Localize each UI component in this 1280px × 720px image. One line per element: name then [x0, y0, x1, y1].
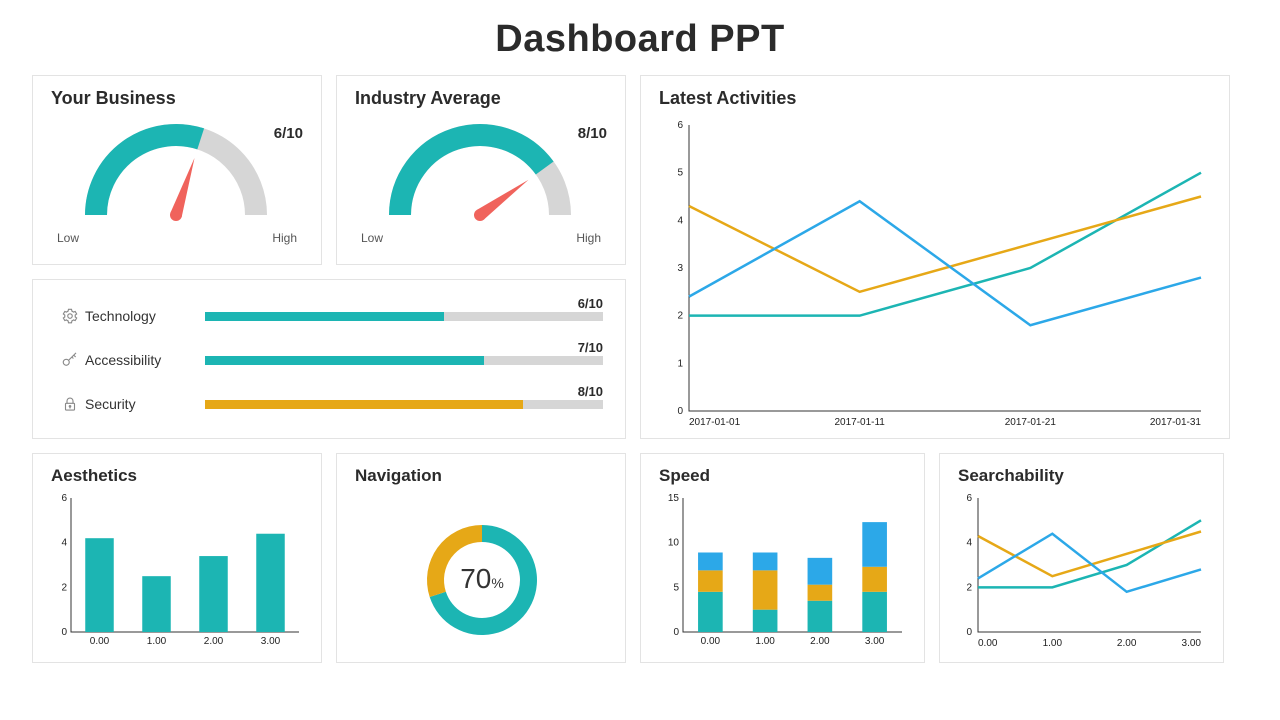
activities-card: Latest Activities 0 1 2 3 4 5 6 2017-01-01 2017-… [640, 75, 1230, 439]
metric-score: 7/10 [578, 340, 603, 355]
svg-text:1: 1 [677, 358, 683, 369]
svg-text:10: 10 [668, 538, 680, 549]
gauge-chart [51, 115, 301, 225]
svg-text:4: 4 [61, 538, 67, 549]
gauge-high-label: High [272, 231, 297, 245]
chart-title: Latest Activities [659, 88, 1211, 109]
svg-text:70%: 70% [460, 563, 504, 594]
chart-title: Searchability [958, 466, 1205, 486]
chart-title: Navigation [355, 466, 607, 486]
svg-text:0: 0 [677, 406, 683, 417]
svg-text:2.00: 2.00 [1117, 638, 1137, 649]
svg-text:5: 5 [677, 168, 683, 179]
svg-text:3.00: 3.00 [261, 636, 281, 647]
svg-text:1.00: 1.00 [755, 636, 775, 647]
svg-text:5: 5 [673, 582, 679, 593]
svg-text:2: 2 [61, 582, 67, 593]
metric-bar: 8/10 [205, 400, 603, 409]
gear-icon [55, 307, 85, 325]
svg-text:0: 0 [966, 627, 972, 638]
svg-text:0: 0 [673, 627, 679, 638]
metric-row: Security8/10 [55, 382, 603, 426]
svg-text:2: 2 [966, 582, 972, 593]
gauge-chart [355, 115, 605, 225]
svg-text:2017-01-21: 2017-01-21 [1005, 417, 1057, 428]
svg-text:3: 3 [677, 263, 683, 274]
svg-text:1.00: 1.00 [1043, 638, 1063, 649]
metric-label: Security [85, 396, 205, 412]
dashboard-grid: Your Business 6/10 Low High Industry Ave… [0, 75, 1280, 663]
chart-title: Aesthetics [51, 466, 303, 486]
gauge-high-label: High [576, 231, 601, 245]
page-title: Dashboard PPT [0, 0, 1280, 75]
gauge-low-label: Low [57, 231, 79, 245]
metric-row: Technology6/10 [55, 294, 603, 338]
aesthetics-card: Aesthetics 0 2 4 6 0.00 1.00 2.00 3.00 [32, 453, 322, 663]
svg-text:2: 2 [677, 311, 683, 322]
metric-label: Accessibility [85, 352, 205, 368]
svg-text:2.00: 2.00 [810, 636, 830, 647]
gauge-card-industry: Industry Average 8/10 Low High [336, 75, 626, 265]
svg-text:6: 6 [966, 493, 972, 504]
navigation-donut: 70% [355, 492, 609, 652]
gauge-title: Your Business [51, 88, 303, 109]
svg-text:0.00: 0.00 [701, 636, 721, 647]
metric-label: Technology [85, 308, 205, 324]
gauge-score: 8/10 [578, 125, 607, 142]
activities-chart: 0 1 2 3 4 5 6 2017-01-01 2017-01-11 2017-01-21 201… [659, 115, 1213, 435]
metric-bar: 6/10 [205, 312, 603, 321]
svg-text:2017-01-11: 2017-01-11 [834, 417, 885, 428]
svg-text:15: 15 [668, 493, 680, 504]
metric-row: Accessibility7/10 [55, 338, 603, 382]
svg-text:6: 6 [61, 493, 67, 504]
speed-chart: 0 5 10 15 0.00 1.00 2.00 3.00 [659, 492, 908, 652]
key-icon [55, 351, 85, 369]
svg-text:6: 6 [677, 120, 683, 131]
gauge-score: 6/10 [274, 125, 303, 142]
svg-text:2.00: 2.00 [204, 636, 224, 647]
svg-text:3.00: 3.00 [1182, 638, 1202, 649]
svg-text:0: 0 [61, 627, 67, 638]
searchability-card: Searchability 0 2 4 6 0.00 1.00 2.00 3.00 [939, 453, 1224, 663]
metric-bar: 7/10 [205, 356, 603, 365]
gauge-card-business: Your Business 6/10 Low High [32, 75, 322, 265]
svg-text:0.00: 0.00 [978, 638, 998, 649]
gauge-low-label: Low [361, 231, 383, 245]
svg-text:4: 4 [966, 538, 972, 549]
svg-text:2017-01-31: 2017-01-31 [1150, 417, 1202, 428]
svg-text:2017-01-01: 2017-01-01 [689, 417, 741, 428]
lock-icon [55, 395, 85, 413]
gauge-title: Industry Average [355, 88, 607, 109]
searchability-chart: 0 2 4 6 0.00 1.00 2.00 3.00 [958, 492, 1207, 652]
metrics-card: Technology6/10Accessibility7/10Security8… [32, 279, 626, 439]
svg-text:1.00: 1.00 [147, 636, 167, 647]
aesthetics-chart: 0 2 4 6 0.00 1.00 2.00 3.00 [51, 492, 305, 652]
metric-score: 6/10 [578, 296, 603, 311]
metric-score: 8/10 [578, 384, 603, 399]
chart-title: Speed [659, 466, 906, 486]
svg-text:0.00: 0.00 [90, 636, 110, 647]
speed-card: Speed 0 5 10 15 0.00 1.00 2.00 3.00 [640, 453, 925, 663]
navigation-card: Navigation 70% [336, 453, 626, 663]
svg-text:3.00: 3.00 [865, 636, 885, 647]
svg-text:4: 4 [677, 215, 683, 226]
